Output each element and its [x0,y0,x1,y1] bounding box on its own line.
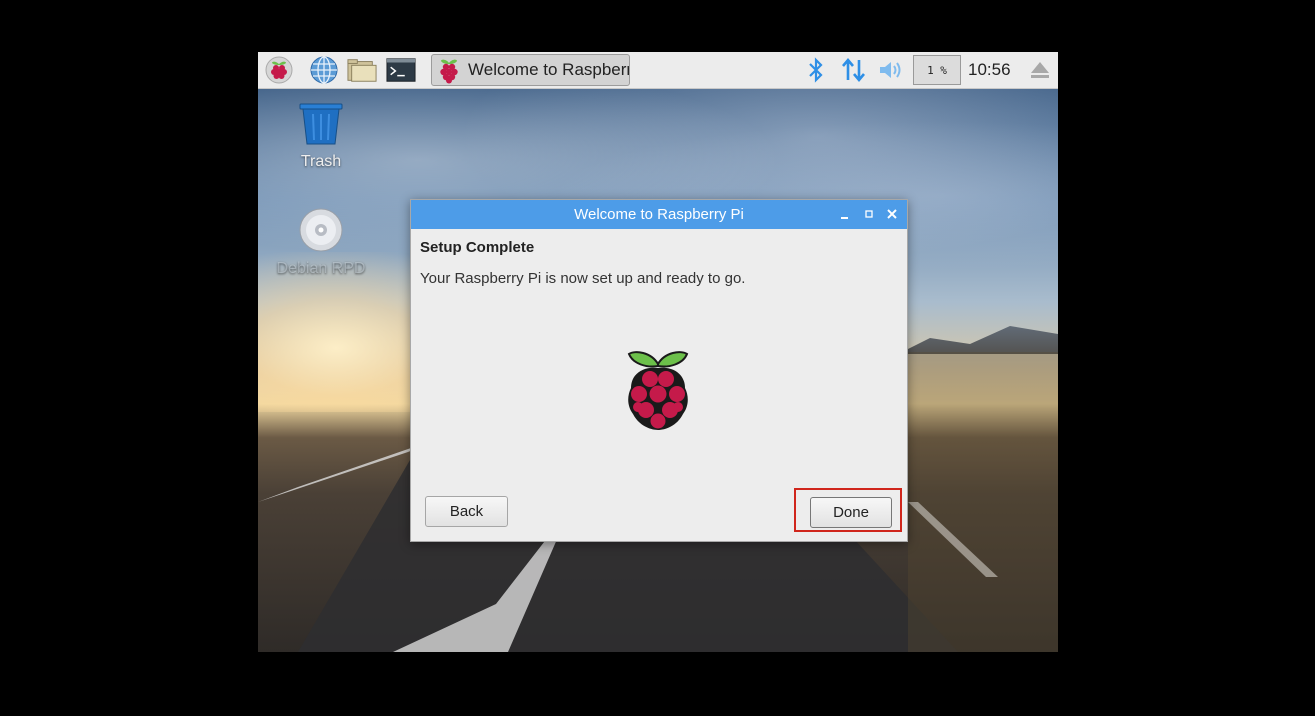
desktop-icon-label: Trash [300,153,342,170]
terminal-icon[interactable] [386,56,416,84]
setup-heading: Setup Complete [420,239,535,256]
globe-icon[interactable] [309,56,339,84]
back-button[interactable]: Back [425,496,508,527]
disc-icon [299,208,343,252]
raspberry-menu-icon[interactable] [264,56,294,84]
minimize-icon[interactable] [835,204,855,224]
raspberry-pi-logo-icon [627,351,689,430]
trash-icon [299,103,343,145]
raspberry-icon [436,56,462,84]
close-icon[interactable] [882,204,902,224]
desktop-icon-trash[interactable]: Trash [276,102,366,171]
desktop-screen: Welcome to Raspberr… 1 % 10:56 [258,52,1058,652]
eject-icon[interactable] [1025,56,1055,84]
desktop-icon-label: Debian RPD [276,260,366,277]
taskbar-window-label: Welcome to Raspberr… [468,60,629,79]
cpu-usage-monitor[interactable]: 1 % [913,55,961,85]
clock[interactable]: 10:56 [968,52,1011,88]
done-button[interactable]: Done [810,497,892,528]
taskbar-window-button[interactable]: Welcome to Raspberr… [431,54,630,86]
desktop-icon-debian-rpd[interactable]: Debian RPD [276,207,366,278]
taskbar: Welcome to Raspberr… 1 % 10:56 [258,52,1058,89]
maximize-icon[interactable] [859,204,879,224]
welcome-dialog: Welcome to Raspberry Pi Setup Complete Y… [410,199,908,542]
dialog-title: Welcome to Raspberry Pi [574,206,744,223]
network-arrows-icon[interactable] [839,56,869,84]
volume-icon[interactable] [876,56,906,84]
setup-message: Your Raspberry Pi is now set up and read… [420,270,746,287]
bluetooth-icon[interactable] [801,56,831,84]
folder-icon[interactable] [347,56,377,84]
